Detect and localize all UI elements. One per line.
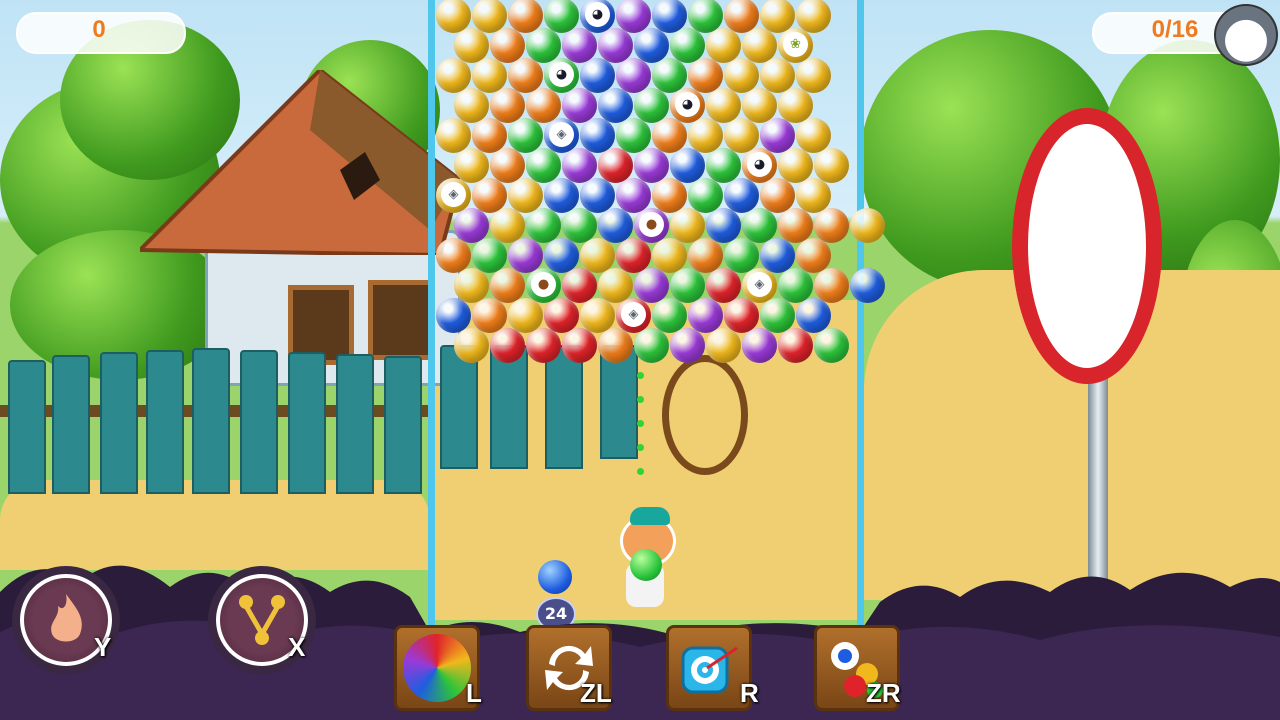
bubble-green <box>814 328 849 363</box>
bubble-orange <box>814 208 849 243</box>
fence-post <box>336 354 374 494</box>
fence-post <box>288 352 326 494</box>
bubble-yellow <box>850 208 885 243</box>
swap-bubble-key: ZL <box>580 678 612 708</box>
bubble-purple <box>670 328 705 363</box>
bubble-yellow <box>706 328 741 363</box>
aim-dot <box>637 420 644 427</box>
bear-pet-icon: ● <box>531 272 556 297</box>
bear-pet-icon: ● <box>639 212 664 237</box>
penguin-pet-icon: ◕ <box>675 92 700 117</box>
split-ability-key: X <box>288 632 306 662</box>
fence-post <box>192 348 230 494</box>
house-window <box>368 280 434 360</box>
cat-hat <box>630 507 670 525</box>
fence-post <box>52 355 90 494</box>
husky-pet-icon: ◈ <box>441 182 466 207</box>
bubble-red <box>778 328 813 363</box>
score-value: 0 <box>92 16 106 43</box>
no-entry-sign <box>1012 108 1162 384</box>
penguin-pet-icon: ◕ <box>585 2 610 27</box>
bubble-orange <box>598 328 633 363</box>
husky-pet-icon: ◈ <box>549 122 574 147</box>
bubble-red <box>526 328 561 363</box>
rainbow-ball-icon <box>403 634 471 702</box>
bubble-red <box>490 328 525 363</box>
fire-ability-key: Y <box>94 632 112 662</box>
fence-post <box>146 350 184 494</box>
husky-pet-icon: ◈ <box>747 272 772 297</box>
rainbow-bubble-key: L <box>466 678 482 708</box>
aim-dot <box>637 468 644 475</box>
bubble-purple <box>742 328 777 363</box>
color-bomb-key: ZR <box>866 678 901 708</box>
fence-post <box>8 360 46 494</box>
bubble-green <box>634 328 669 363</box>
husky-pet-icon: ◈ <box>621 302 646 327</box>
fence-post <box>384 356 422 494</box>
objective-progress: 0/16 <box>1151 16 1199 43</box>
house-roof <box>140 70 460 255</box>
aim-dot <box>637 444 644 451</box>
husky-face-icon <box>1214 4 1278 66</box>
fence-post <box>100 352 138 494</box>
fence-post <box>240 350 278 494</box>
penguin-pet-icon: ◕ <box>549 62 574 87</box>
bubble-yellow <box>796 58 831 93</box>
bubble-yellow <box>454 328 489 363</box>
bubble-blue <box>850 268 885 303</box>
target-icon <box>681 646 738 694</box>
target-aim-key: R <box>740 678 759 708</box>
frog-pet-icon: ❀ <box>783 32 808 57</box>
foreground-foliage <box>0 565 1280 720</box>
aim-dot <box>637 396 644 403</box>
bubble-red <box>562 328 597 363</box>
bubble-orange <box>814 268 849 303</box>
penguin-pet-icon: ◕ <box>747 152 772 177</box>
aim-dot <box>637 372 644 379</box>
bubble-yellow <box>814 148 849 183</box>
